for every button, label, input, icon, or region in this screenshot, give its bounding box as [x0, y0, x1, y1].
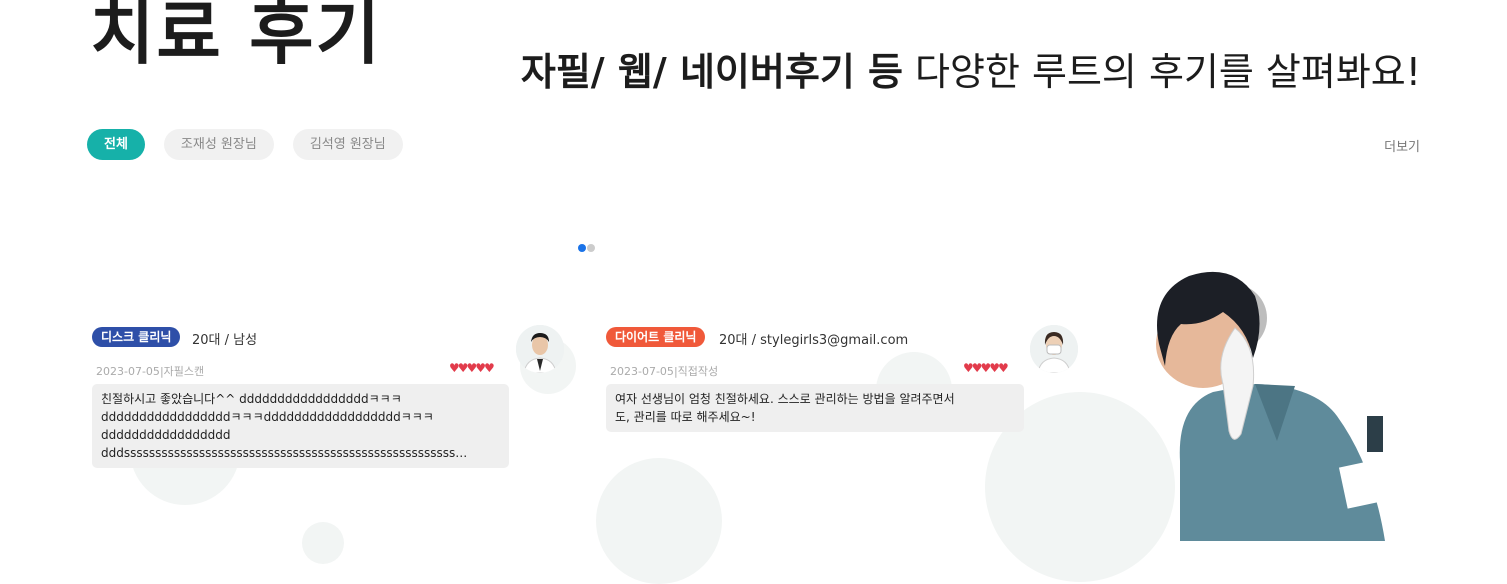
bg-decor-circle: [302, 522, 344, 564]
headline-rest: 다양한 루트의 후기를 살펴봐요!: [902, 50, 1421, 94]
review-date-source: 2023-07-05|자필스캔: [96, 365, 205, 378]
review-source: 자필스캔: [163, 365, 205, 378]
headline-bold: 자필/ 웹/ 네이버후기 등: [520, 50, 903, 94]
slider-dot[interactable]: [587, 244, 595, 252]
more-link[interactable]: 더보기: [1384, 136, 1420, 155]
tab-doctor-kim[interactable]: 김석영 원장님: [292, 129, 403, 160]
review-text-line: dddsssssssssssssssssssssssssssssssssssss…: [101, 446, 468, 460]
review-card-header: 디스크 클리닉 20대 / 남성: [92, 325, 564, 373]
rating-hearts: ♥♥♥♥♥: [449, 361, 495, 375]
review-date: 2023-07-05: [96, 365, 160, 378]
review-text-line: ddddddddddddddddd: [101, 428, 231, 442]
review-text-line: 친절하시고 좋았습니다^^ dddddddddddddddddㅋㅋㅋ: [101, 392, 402, 406]
doctor-filter-tabs: 전체 조재성 원장님 김석영 원장님: [87, 129, 403, 160]
tab-all[interactable]: 전체: [87, 129, 145, 160]
review-text: 여자 선생님이 엄청 친절하세요. 스스로 관리하는 방법을 알려주면서 도, …: [606, 384, 1024, 432]
tab-doctor-jo[interactable]: 조재성 원장님: [163, 129, 274, 160]
slider-pagination: [578, 244, 595, 252]
review-text: 친절하시고 좋았습니다^^ dddddddddddddddddㅋㅋㅋ ddddd…: [92, 384, 509, 468]
clinic-badge: 다이어트 클리닉: [606, 327, 706, 347]
review-card[interactable]: 다이어트 클리닉 20대 / stylegirls3@gmail.com 202…: [606, 325, 1078, 432]
review-card[interactable]: 디스크 클리닉 20대 / 남성 2023-07-05|자필스캔 ♥♥♥♥♥ 친…: [92, 325, 564, 468]
review-card-header: 다이어트 클리닉 20대 / stylegirls3@gmail.com: [606, 325, 1078, 373]
doctor-avatar: [516, 325, 564, 373]
slider-dot[interactable]: [578, 244, 586, 252]
page-headline: 자필/ 웹/ 네이버후기 등 다양한 루트의 후기를 살펴봐요!: [521, 50, 1421, 96]
review-text-line: 도, 관리를 따로 해주세요~!: [615, 410, 756, 424]
page-title: 치료 후기: [90, 0, 382, 74]
review-text-line: dddddddddddddddddㅋㅋㅋddddddddddddddddddㅋㅋ…: [101, 410, 434, 424]
doctor-avatar: [1030, 325, 1078, 373]
clinic-badge: 디스크 클리닉: [92, 327, 181, 347]
review-text-line: 여자 선생님이 엄청 친절하세요. 스스로 관리하는 방법을 알려주면서: [615, 392, 955, 406]
doctor-photo: [1105, 266, 1415, 541]
rating-hearts: ♥♥♥♥♥: [963, 361, 1009, 375]
review-date-source: 2023-07-05|직접작성: [610, 365, 719, 378]
review-date: 2023-07-05: [610, 365, 674, 378]
review-source: 직접작성: [677, 365, 719, 378]
author-meta: 20대 / stylegirls3@gmail.com: [719, 333, 909, 348]
bg-decor-circle: [596, 458, 722, 584]
author-meta: 20대 / 남성: [192, 333, 258, 348]
